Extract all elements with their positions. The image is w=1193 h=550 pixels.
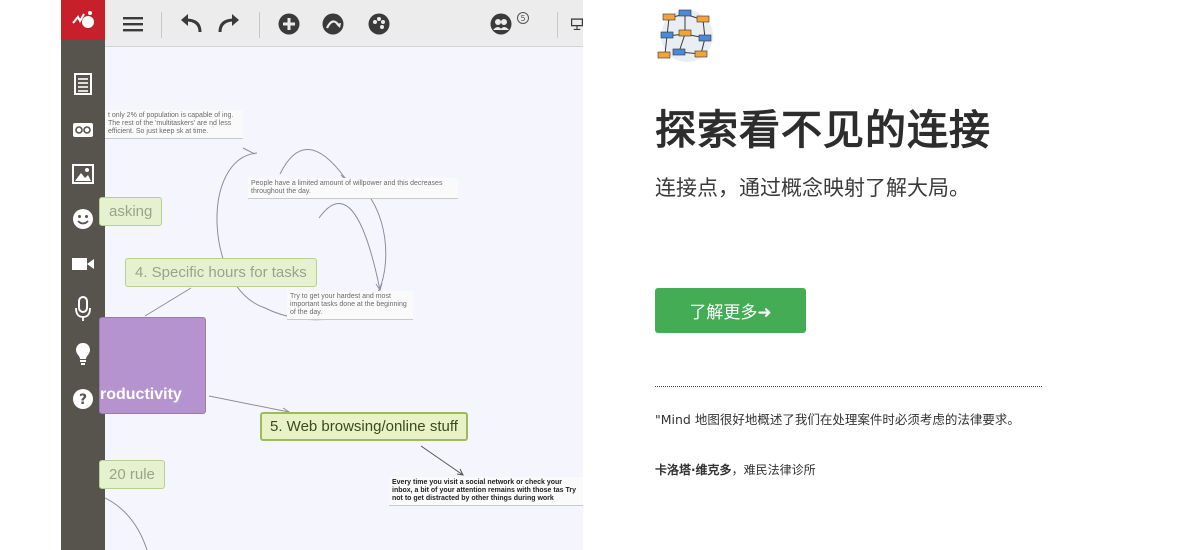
emoji-icon[interactable]: [67, 203, 99, 235]
page: ? 5 t only 2% of population is capable o…: [0, 0, 1193, 550]
image-icon[interactable]: [67, 158, 99, 190]
link-icon[interactable]: [67, 114, 99, 146]
lightbulb-icon[interactable]: [67, 338, 99, 370]
node-specific-hours[interactable]: 4. Specific hours for tasks: [125, 258, 317, 287]
microphone-icon[interactable]: [67, 293, 99, 325]
concept-map-icon: [655, 6, 719, 66]
author-separator: ，: [731, 463, 744, 477]
help-icon[interactable]: ?: [67, 383, 99, 415]
learn-more-button[interactable]: 了解更多➜: [655, 288, 806, 333]
add-node-icon[interactable]: [275, 10, 303, 38]
testimonial-quote: "Mind 地图很好地概述了我们在处理案件时必须考虑的法律要求。: [655, 412, 1020, 427]
svg-text:?: ?: [79, 392, 87, 408]
willpower-note[interactable]: People have a limited amount of willpowe…: [248, 178, 458, 199]
author-org: 难民法律诊所: [743, 463, 816, 477]
palette-icon[interactable]: [365, 10, 393, 38]
presentation-icon[interactable]: [571, 10, 583, 38]
testimonial-author: 卡洛塔·维克多，难民法律诊所: [655, 461, 816, 478]
node-multitasking[interactable]: asking: [99, 197, 163, 226]
video-icon[interactable]: [67, 248, 99, 280]
mindmap-app-screenshot: ? 5 t only 2% of population is capable o…: [61, 0, 583, 550]
author-name: 卡洛塔·维克多: [655, 463, 732, 477]
collaborators-icon[interactable]: [487, 10, 515, 38]
node-web-browsing[interactable]: 5. Web browsing/online stuff: [260, 412, 468, 441]
collaborators-count-badge: 5: [517, 12, 529, 24]
headline: 探索看不见的连接: [655, 106, 991, 154]
notes-icon[interactable]: [67, 68, 99, 100]
subheadline: 连接点，通过概念映射了解大局。: [655, 176, 970, 200]
undo-icon[interactable]: [177, 10, 205, 38]
toolbar-separator: [259, 12, 260, 38]
toolbar-separator: [161, 12, 162, 38]
web-browsing-note[interactable]: Every time you visit a social network or…: [389, 477, 583, 506]
connect-icon[interactable]: [319, 10, 347, 38]
hardest-tasks-note[interactable]: Try to get your hardest and most importa…: [287, 291, 413, 320]
app-logo-icon[interactable]: [61, 0, 105, 40]
toolbar-separator: [557, 12, 558, 38]
node-productivity[interactable]: roductivity: [99, 317, 206, 414]
multitask-note[interactable]: t only 2% of population is capable of in…: [105, 110, 243, 139]
dotted-divider: [655, 386, 1042, 387]
node-20-rule[interactable]: 20 rule: [99, 460, 165, 489]
menu-icon[interactable]: [119, 10, 147, 38]
redo-icon[interactable]: [215, 10, 243, 38]
toolbar: 5: [105, 0, 583, 47]
mindmap-canvas[interactable]: t only 2% of population is capable of in…: [99, 48, 583, 550]
